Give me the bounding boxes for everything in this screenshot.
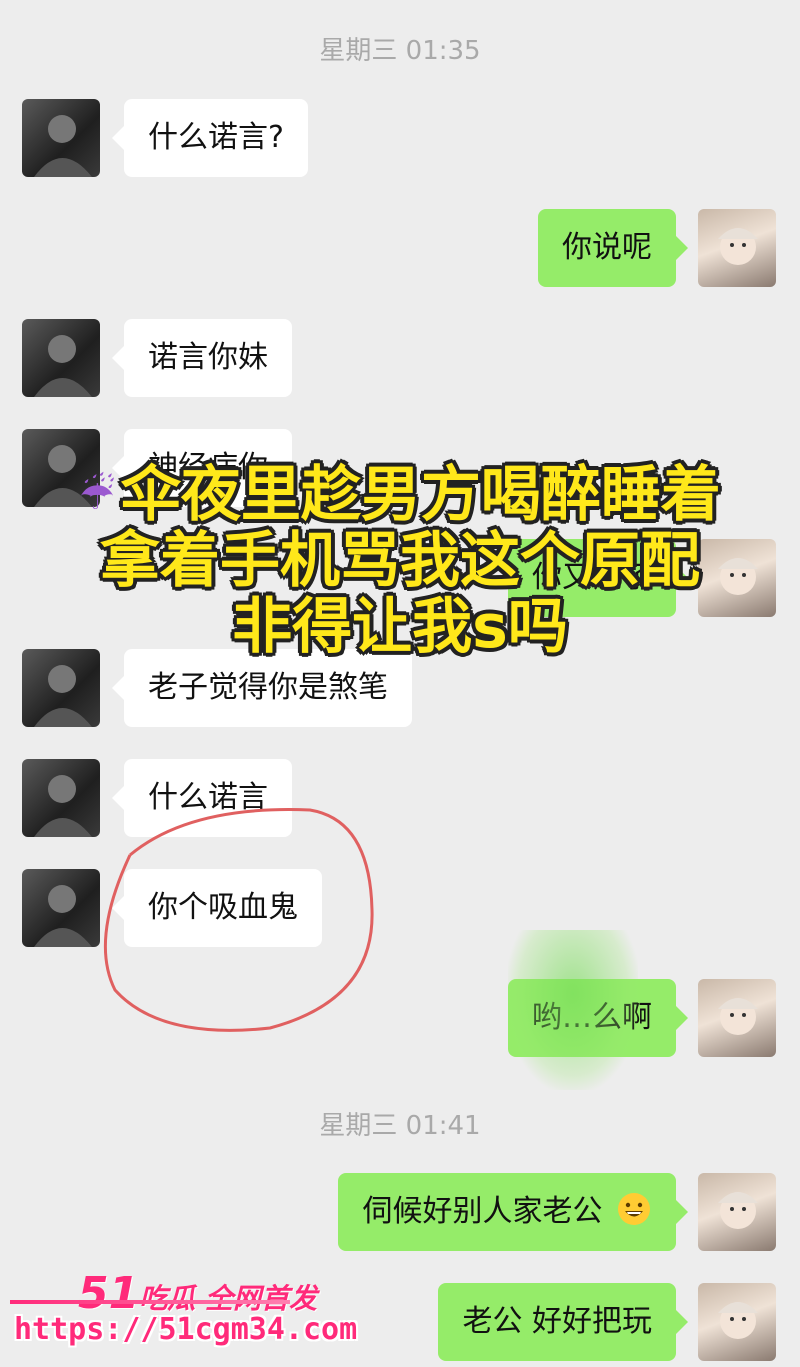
grin-emoji-icon [618, 1193, 650, 1225]
contact-avatar[interactable] [22, 869, 100, 947]
overlay-caption-line-1: ☔ 伞夜里趁男方喝醉睡着 [0, 462, 800, 529]
message-text: 哟…么啊 [532, 1000, 652, 1035]
message-text: 老公 好好把玩 [462, 1304, 652, 1339]
watermark-brand-text: 吃瓜 全网首发 [139, 1282, 317, 1315]
timestamp: 星期三 01:41 [319, 1111, 481, 1141]
umbrella-rain-icon: ☔ [79, 473, 115, 519]
my-avatar[interactable] [698, 1173, 776, 1251]
message-bubble-received[interactable]: 诺言你妹 [112, 319, 292, 397]
overlay-caption-line-3: 非得让我s吗 [232, 592, 568, 662]
overlay-text: 伞夜里趁男方喝醉睡着 [120, 460, 721, 530]
my-avatar[interactable] [698, 209, 776, 287]
my-avatar[interactable] [698, 1283, 776, 1361]
timestamp: 星期三 01:35 [319, 36, 481, 66]
my-avatar[interactable] [698, 979, 776, 1057]
contact-avatar[interactable] [22, 319, 100, 397]
message-text: 诺言你妹 [148, 340, 268, 375]
contact-avatar[interactable] [22, 99, 100, 177]
message-text: 什么诺言 [148, 780, 268, 815]
message-text: 什么诺言? [148, 120, 284, 155]
message-text: 伺候好别人家老公 [362, 1194, 603, 1229]
message-bubble-received[interactable]: 什么诺言 [112, 759, 292, 837]
message-bubble-sent[interactable]: 你说呢 [538, 209, 688, 287]
message-bubble-received[interactable]: 什么诺言? [112, 99, 308, 177]
message-bubble-sent[interactable]: 伺候好别人家老公 [338, 1173, 688, 1251]
watermark-url: https://51cgm34.com [14, 1312, 358, 1347]
message-text: 你个吸血鬼 [148, 890, 298, 925]
contact-avatar[interactable] [22, 759, 100, 837]
message-bubble-sent[interactable]: 哟…么啊 [508, 979, 688, 1057]
overlay-caption-line-2: 拿着手机骂我这个原配 [100, 526, 700, 596]
contact-avatar[interactable] [22, 649, 100, 727]
watermark-underline [10, 1300, 290, 1304]
message-text: 老子觉得你是煞笔 [148, 670, 388, 705]
message-bubble-sent[interactable]: 老公 好好把玩 [438, 1283, 688, 1361]
message-text: 你说呢 [562, 230, 652, 265]
message-bubble-received[interactable]: 你个吸血鬼 [112, 869, 322, 947]
